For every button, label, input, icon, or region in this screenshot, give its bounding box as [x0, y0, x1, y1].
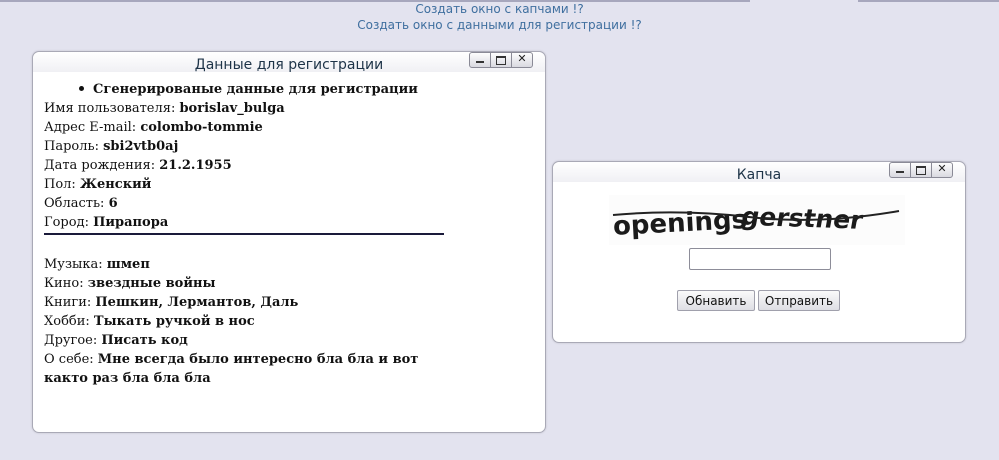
close-icon: ✕	[517, 52, 527, 65]
close-button[interactable]: ✕	[931, 162, 953, 178]
window-controls: ✕	[469, 52, 533, 68]
captcha-graphic: openings gerstner	[612, 202, 900, 242]
minimize-icon	[476, 61, 484, 63]
bullet-icon	[79, 86, 84, 91]
about-row: О себе: Мне всегда было интересно бла бл…	[44, 352, 419, 367]
refresh-captcha-button[interactable]: Обнавить	[677, 290, 755, 311]
city-row: Город: Пирапора	[44, 215, 169, 230]
registration-content: Сгенерированые данные для регистрации Им…	[44, 80, 464, 388]
close-icon: ✕	[937, 162, 947, 175]
create-captcha-window-link[interactable]: Создать окно с капчами !?	[0, 2, 999, 16]
captcha-image: openings gerstner	[609, 195, 905, 245]
maximize-icon	[496, 56, 506, 65]
books-row: Книги: Пешкин, Лермантов, Даль	[44, 295, 299, 310]
section-divider	[44, 233, 444, 235]
minimize-button[interactable]	[889, 162, 911, 178]
captcha-answer-input[interactable]	[689, 248, 831, 270]
region-row: Область: 6	[44, 196, 118, 211]
username-row: Имя пользователя: borislav_bulga	[44, 101, 285, 116]
maximize-button[interactable]	[490, 52, 512, 68]
close-button[interactable]: ✕	[511, 52, 533, 68]
hobby-row: Хобби: Тыкать ручкой в нос	[44, 314, 255, 329]
maximize-button[interactable]	[910, 162, 932, 178]
about-row-continued: както раз бла бла бла	[44, 371, 211, 386]
window-titlebar[interactable]: Капча ✕	[553, 162, 965, 183]
maximize-icon	[916, 166, 926, 175]
other-row: Другое: Писать код	[44, 333, 188, 348]
create-registration-window-link[interactable]: Создать окно с данными для регистрации !…	[0, 18, 999, 32]
captcha-window: Капча ✕ openings gerstner Обнавить Отпра…	[552, 161, 966, 343]
birthdate-row: Дата рождения: 21.2.1955	[44, 158, 232, 173]
window-titlebar[interactable]: Данные для регистрации ✕	[33, 52, 545, 73]
submit-captcha-button[interactable]: Отправить	[758, 290, 840, 311]
window-controls: ✕	[889, 162, 953, 178]
minimize-icon	[896, 171, 904, 173]
email-row: Адрес E-mail: colombo-tommie	[44, 120, 263, 135]
music-row: Музыка: шмеп	[44, 257, 150, 272]
minimize-button[interactable]	[469, 52, 491, 68]
movies-row: Кино: звездные войны	[44, 276, 216, 291]
password-row: Пароль: sbi2vtb0aj	[44, 139, 179, 154]
registration-data-window: Данные для регистрации ✕ Сгенерированые …	[32, 51, 546, 433]
captcha-word-1: openings	[612, 205, 748, 242]
gender-row: Пол: Женский	[44, 177, 152, 192]
generated-data-heading: Сгенерированые данные для регистрации	[44, 80, 464, 99]
